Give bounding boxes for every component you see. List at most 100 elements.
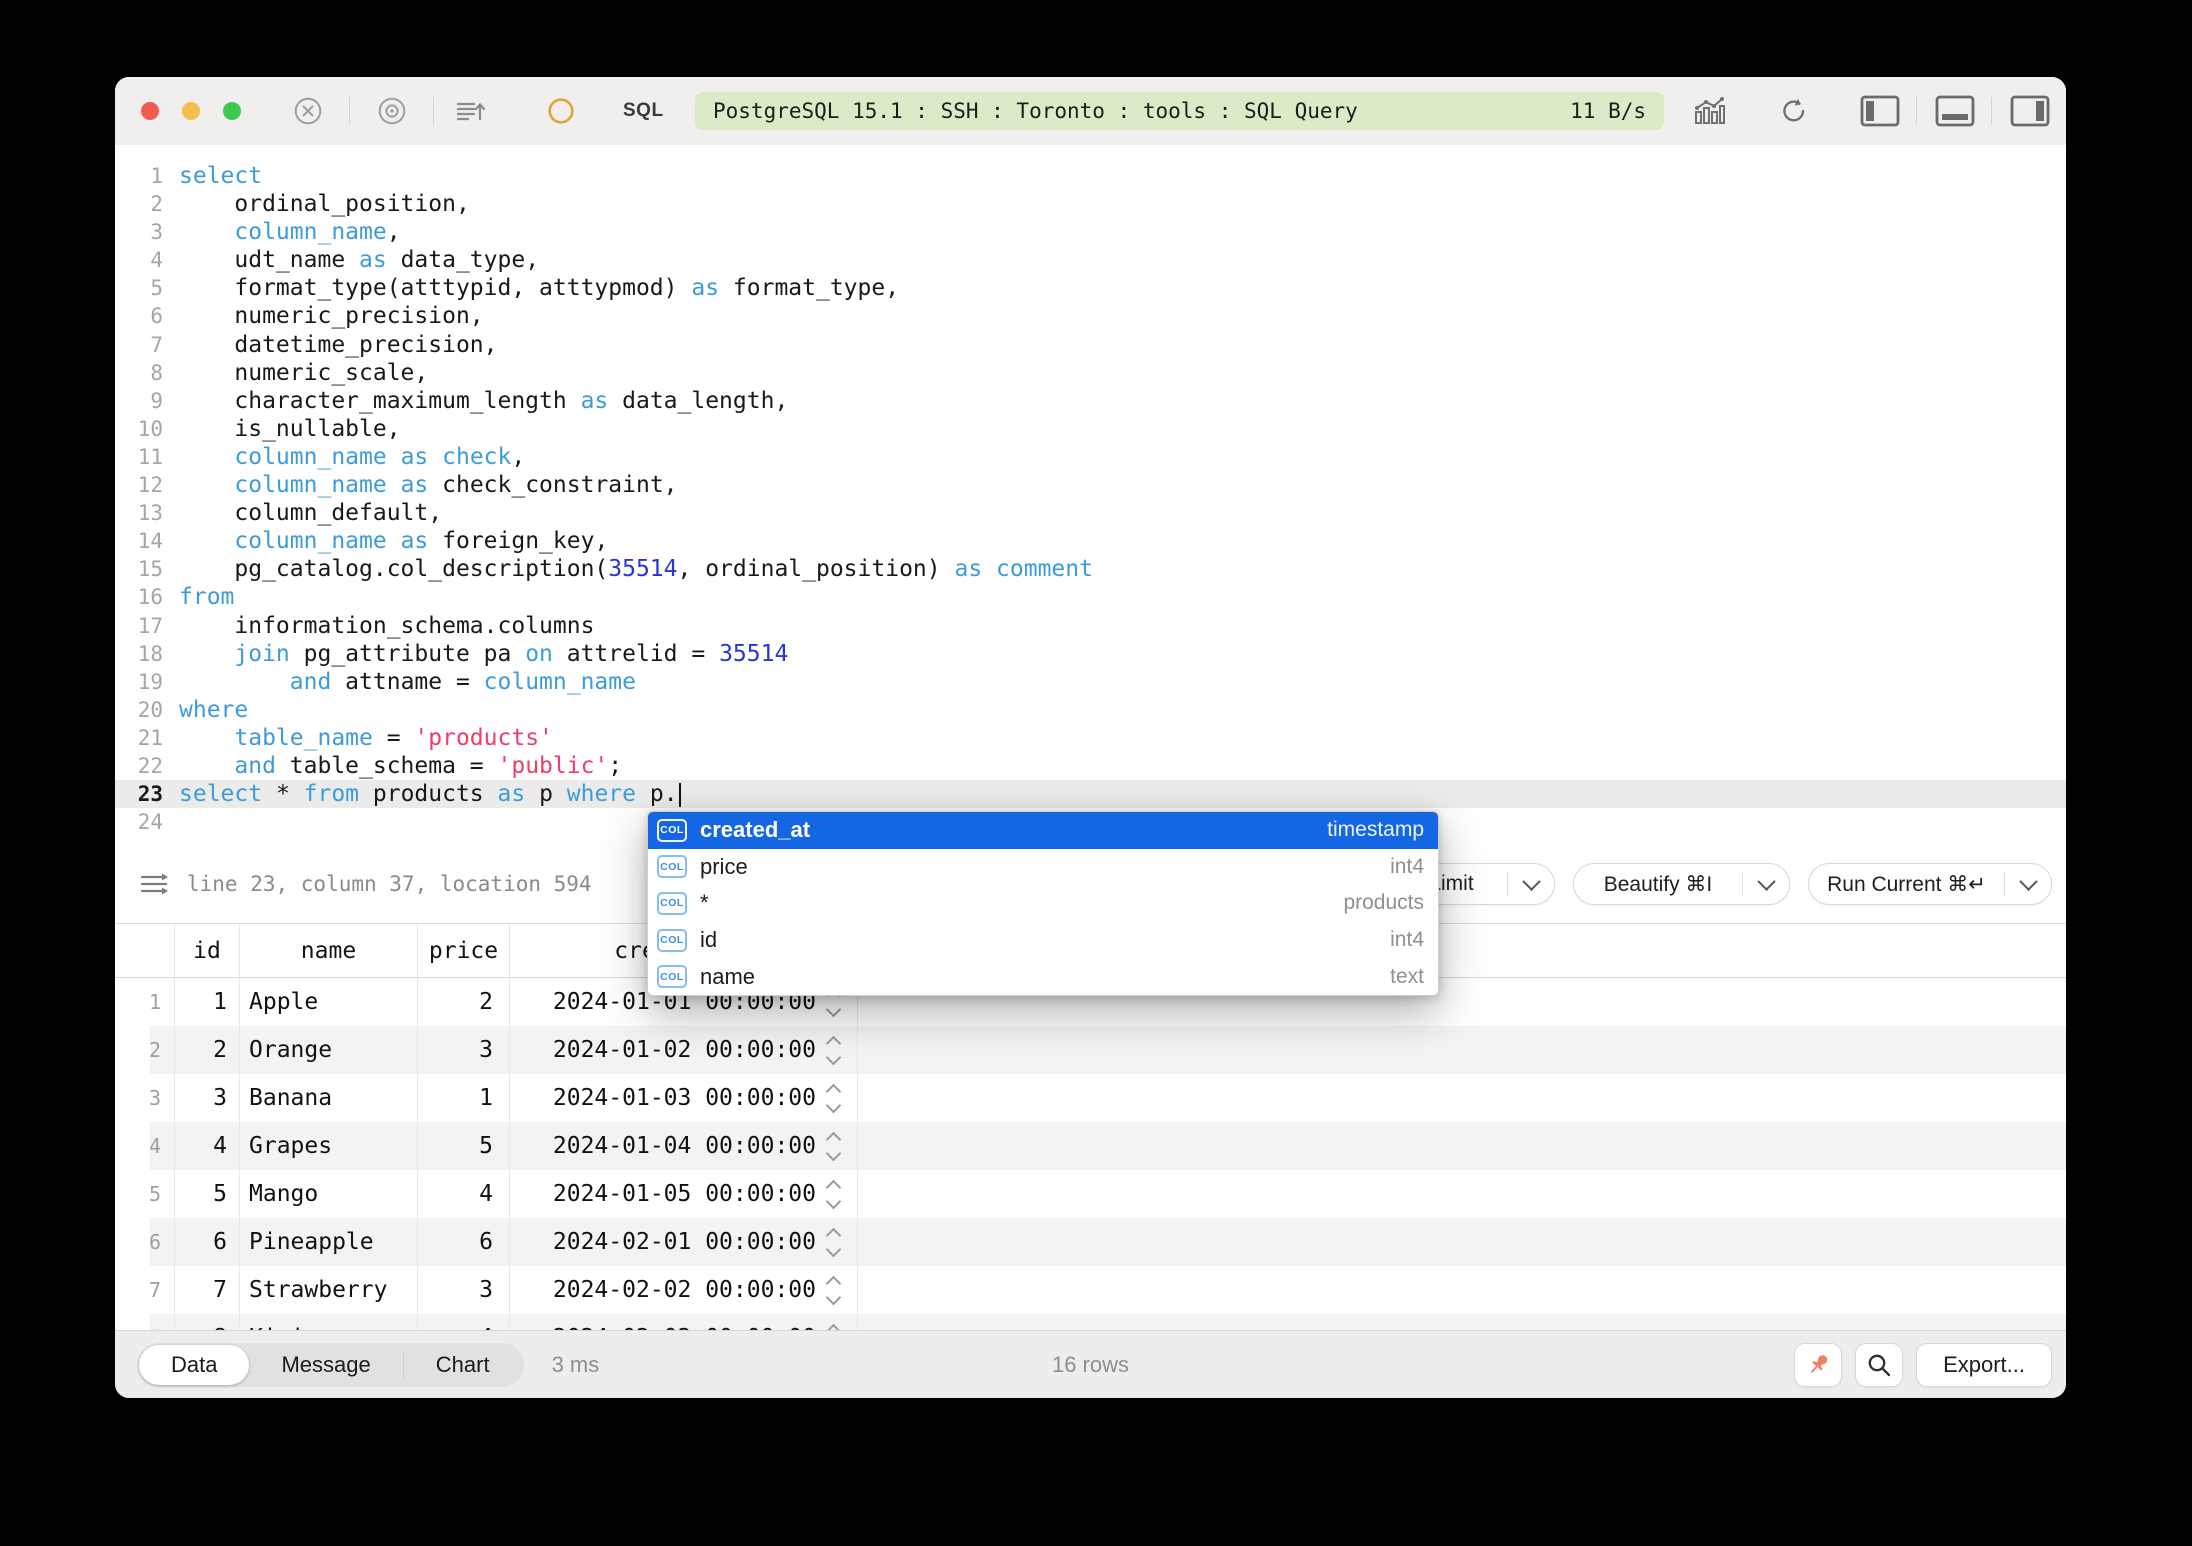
cell-id[interactable]: 8 [175,1314,240,1331]
autocomplete-item[interactable]: COLpriceint4 [648,849,1438,886]
connection-title-pill[interactable]: PostgreSQL 15.1 : SSH : Toronto : tools … [695,92,1664,130]
layout-left-panel-icon[interactable] [1860,95,1900,127]
minimize-button[interactable] [182,102,200,120]
autocomplete-item[interactable]: COLcreated_attimestamp [648,812,1438,849]
datetime-stepper[interactable] [828,1134,839,1159]
cell-created-at[interactable]: 2024-02-02 00:00:00 [510,1266,858,1314]
code-line[interactable]: 7 datetime_precision, [115,331,2066,359]
cell-name[interactable]: Strawberry [240,1266,418,1314]
refresh-icon[interactable] [1779,96,1809,126]
code-line[interactable]: 14 column_name as foreign_key, [115,527,2066,555]
code-line[interactable]: 3 column_name, [115,218,2066,246]
cell-id[interactable]: 1 [175,978,240,1026]
row-number[interactable]: 5 [115,1170,175,1218]
table-row[interactable]: 66Pineapple62024-02-01 00:00:00 [115,1218,2066,1266]
code-line[interactable]: 1select [115,162,2066,190]
code-line[interactable]: 8 numeric_scale, [115,359,2066,387]
stats-chart-icon[interactable] [1693,95,1727,127]
table-row[interactable]: 33Banana12024-01-03 00:00:00 [115,1074,2066,1122]
cell-price[interactable]: 1 [418,1074,510,1122]
cell-id[interactable]: 6 [175,1218,240,1266]
cell-price[interactable]: 4 [418,1170,510,1218]
code-line[interactable]: 6 numeric_precision, [115,302,2066,330]
code-line[interactable]: 19 and attname = column_name [115,668,2066,696]
code-line[interactable]: 20where [115,696,2066,724]
column-header-name[interactable]: name [240,924,418,977]
code-line[interactable]: 22 and table_schema = 'public'; [115,752,2066,780]
tab-data[interactable]: Data [139,1345,249,1385]
autocomplete-item[interactable]: COL*products [648,885,1438,922]
cell-name[interactable]: Apple [240,978,418,1026]
tab-message[interactable]: Message [249,1345,402,1385]
datetime-stepper[interactable] [828,1086,839,1111]
limit-dropdown-chevron[interactable] [1508,878,1554,891]
cell-id[interactable]: 3 [175,1074,240,1122]
orange-ring-icon[interactable] [547,97,575,125]
beautify-dropdown-chevron[interactable] [1743,878,1789,891]
row-number[interactable]: 4 [115,1122,175,1170]
table-row[interactable]: 22Orange32024-01-02 00:00:00 [115,1026,2066,1074]
code-line[interactable]: 23select * from products as p where p. [115,780,2066,808]
autocomplete-item[interactable]: COLidint4 [648,922,1438,959]
run-current-button[interactable]: Run Current ⌘↵ [1808,863,2052,905]
row-number[interactable]: 2 [115,1026,175,1074]
cell-price[interactable]: 2 [418,978,510,1026]
eye-icon[interactable] [377,96,407,126]
cell-name[interactable]: Kiwi [240,1314,418,1331]
table-row[interactable]: 44Grapes52024-01-04 00:00:00 [115,1122,2066,1170]
cell-created-at[interactable]: 2024-01-05 00:00:00 [510,1170,858,1218]
row-number[interactable]: 8 [115,1314,175,1331]
column-header-price[interactable]: price [418,924,510,977]
list-arrow-up-icon[interactable] [455,96,487,126]
code-line[interactable]: 5 format_type(atttypid, atttypmod) as fo… [115,274,2066,302]
code-line[interactable]: 18 join pg_attribute pa on attrelid = 35… [115,640,2066,668]
row-number[interactable]: 3 [115,1074,175,1122]
table-row[interactable]: 88Kiwi42024-02-03 00:00:00 [115,1314,2066,1331]
cell-id[interactable]: 5 [175,1170,240,1218]
datetime-stepper[interactable] [828,1230,839,1255]
cell-name[interactable]: Orange [240,1026,418,1074]
beautify-button[interactable]: Beautify ⌘I [1573,863,1790,905]
close-button[interactable] [141,102,159,120]
datetime-stepper[interactable] [828,1182,839,1207]
cell-id[interactable]: 2 [175,1026,240,1074]
code-line[interactable]: 12 column_name as check_constraint, [115,471,2066,499]
sql-editor[interactable]: 1select2 ordinal_position,3 column_name,… [115,145,2066,845]
editor-settings-icon[interactable] [139,869,171,899]
code-line[interactable]: 4 udt_name as data_type, [115,246,2066,274]
autocomplete-item[interactable]: COLnametext [648,958,1438,995]
cell-name[interactable]: Grapes [240,1122,418,1170]
cell-created-at[interactable]: 2024-01-04 00:00:00 [510,1122,858,1170]
code-line[interactable]: 21 table_name = 'products' [115,724,2066,752]
cell-created-at[interactable]: 2024-01-03 00:00:00 [510,1074,858,1122]
cell-price[interactable]: 4 [418,1314,510,1331]
cell-id[interactable]: 7 [175,1266,240,1314]
table-row[interactable]: 77Strawberry32024-02-02 00:00:00 [115,1266,2066,1314]
code-line[interactable]: 13 column_default, [115,499,2066,527]
code-line[interactable]: 9 character_maximum_length as data_lengt… [115,387,2066,415]
cell-created-at[interactable]: 2024-02-03 00:00:00 [510,1314,858,1331]
search-button[interactable] [1855,1343,1903,1387]
code-line[interactable]: 10 is_nullable, [115,415,2066,443]
cell-price[interactable]: 6 [418,1218,510,1266]
cell-price[interactable]: 3 [418,1266,510,1314]
export-button[interactable]: Export... [1916,1343,2052,1387]
code-line[interactable]: 15 pg_catalog.col_description(35514, ord… [115,555,2066,583]
row-number[interactable]: 1 [115,978,175,1026]
cell-price[interactable]: 3 [418,1026,510,1074]
code-line[interactable]: 2 ordinal_position, [115,190,2066,218]
row-number[interactable]: 6 [115,1218,175,1266]
pin-button[interactable] [1794,1343,1842,1387]
datetime-stepper[interactable] [828,1278,839,1303]
cell-created-at[interactable]: 2024-01-02 00:00:00 [510,1026,858,1074]
cell-name[interactable]: Pineapple [240,1218,418,1266]
table-row[interactable]: 55Mango42024-01-05 00:00:00 [115,1170,2066,1218]
zoom-button[interactable] [223,102,241,120]
code-line[interactable]: 11 column_name as check, [115,443,2066,471]
cell-price[interactable]: 5 [418,1122,510,1170]
code-line[interactable]: 17 information_schema.columns [115,612,2066,640]
circle-x-icon[interactable] [293,96,323,126]
layout-right-panel-icon[interactable] [2010,95,2050,127]
column-header-id[interactable]: id [175,924,240,977]
cell-name[interactable]: Mango [240,1170,418,1218]
